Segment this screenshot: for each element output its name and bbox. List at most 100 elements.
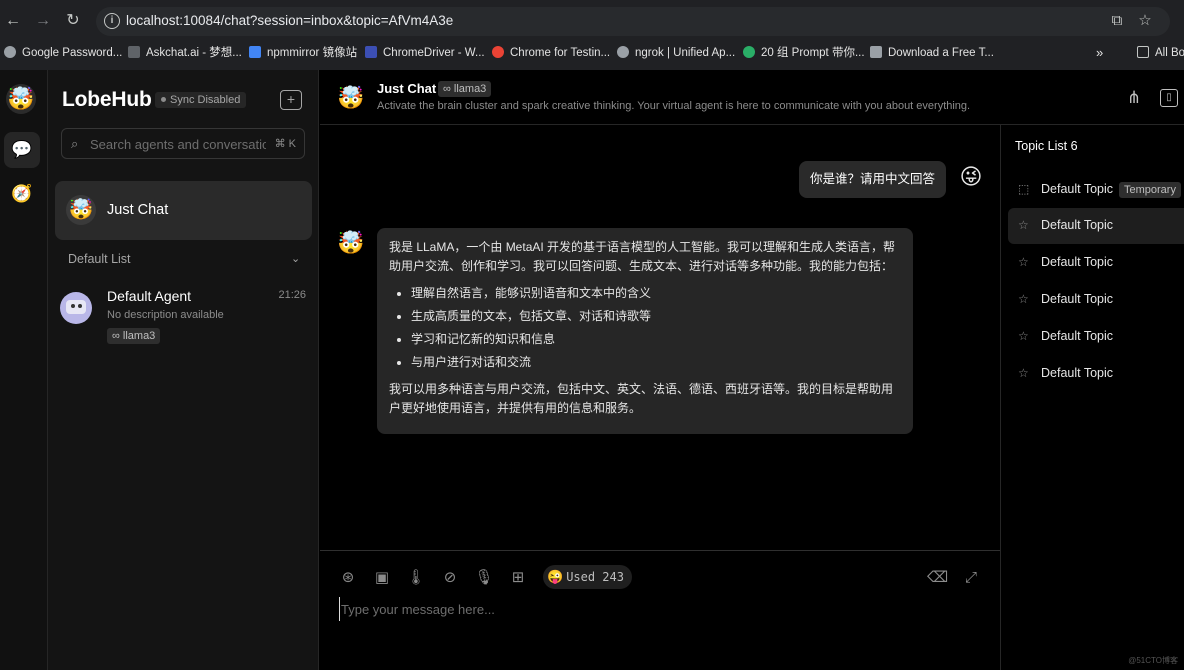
topic-title: Default Topic — [1041, 182, 1114, 196]
microphone-icon[interactable]: 🎙 — [474, 568, 494, 588]
bookmark-favicon — [365, 46, 377, 58]
star-icon[interactable]: ☆ — [1018, 255, 1029, 269]
bookmark-star-icon[interactable]: ☆ — [1136, 12, 1154, 30]
url-text[interactable]: localhost:10084/chat?session=inbox&topic… — [126, 13, 453, 28]
chat-input-area: ⊛ ▣ 🌡 ⊘ 🎙 ⊞ 😜 Used 243 ⌫ ⤢ — [320, 550, 1000, 670]
topic-item[interactable]: ☆ Default Topic — [1008, 356, 1184, 392]
nav-rail: 🤯 💬 🧭 — [0, 70, 48, 670]
chat-nav-icon[interactable]: 💬 — [4, 132, 40, 168]
robot-eye — [71, 304, 75, 308]
topic-item[interactable]: ☆ Default Topic — [1008, 319, 1184, 355]
bookmark-favicon — [743, 46, 755, 58]
toggle-panel-icon[interactable]: ▯ — [1160, 89, 1178, 107]
assistant-avatar: 🤯 — [337, 230, 365, 255]
bookmark-favicon — [617, 46, 629, 58]
history-off-icon[interactable]: ⊘ — [440, 568, 460, 588]
brand-logo: LobeHub — [62, 88, 152, 111]
topic-list-header: Topic List 6 — [1015, 139, 1078, 153]
topic-item-temporary[interactable]: ⬚ Default Topic Temporary — [1008, 172, 1184, 208]
bookmark-label: 20 组 Prompt 带你... — [761, 47, 865, 59]
bookmark-item[interactable]: npmmirror 镜像站 — [249, 45, 357, 61]
bookmark-item[interactable]: Google Password... — [4, 45, 122, 61]
bookmark-item[interactable]: ngrok | Unified Ap... — [617, 45, 735, 61]
share-icon[interactable]: ⋔ — [1123, 87, 1145, 109]
temperature-icon[interactable]: 🌡 — [406, 568, 426, 588]
bookmark-item[interactable]: Download a Free T... — [870, 45, 994, 61]
topic-item[interactable]: ☆ Default Topic — [1008, 282, 1184, 318]
expand-icon[interactable]: ⤢ — [961, 568, 981, 588]
agent-timestamp: 21:26 — [278, 289, 306, 301]
topic-title: Default Topic — [1041, 255, 1114, 269]
model-brain-icon[interactable]: ⊛ — [338, 568, 358, 588]
address-bar[interactable]: i localhost:10084/chat?session=inbox&top… — [96, 7, 1170, 36]
temporary-badge: Temporary — [1119, 182, 1181, 198]
session-item-just-chat[interactable]: 🤯 Just Chat — [55, 181, 312, 240]
topic-panel: Topic List 6 ⬚ Default Topic Temporary ☆… — [1000, 125, 1184, 670]
site-info-icon[interactable]: i — [104, 13, 120, 29]
search-shortcut: ⌘ K — [274, 138, 296, 150]
bookmark-favicon — [4, 46, 16, 58]
watermark: @51CTO博客 — [1128, 656, 1178, 665]
bookmarks-overflow-icon[interactable]: » — [1096, 45, 1103, 61]
chat-header: 🤯 Just Chat ∞ llama3 Activate the brain … — [320, 70, 1184, 125]
robot-face — [66, 300, 86, 314]
model-tag[interactable]: ∞ llama3 — [438, 81, 492, 97]
chat-description: Activate the brain cluster and spark cre… — [377, 100, 971, 112]
star-icon[interactable]: ☆ — [1018, 366, 1029, 380]
session-group-label[interactable]: Default List — [68, 252, 131, 266]
token-usage-text: Used 243 — [566, 570, 624, 584]
list-item: 学习和记忆新的知识和信息 — [411, 330, 901, 349]
sync-status-text: Sync Disabled — [170, 94, 241, 106]
topic-item[interactable]: ☆ Default Topic — [1008, 245, 1184, 281]
star-icon[interactable]: ☆ — [1018, 218, 1029, 232]
bookmark-favicon — [492, 46, 504, 58]
star-icon[interactable]: ☆ — [1018, 329, 1029, 343]
sync-status-badge[interactable]: Sync Disabled — [155, 92, 247, 108]
bookmark-folder-all[interactable]: All Bo — [1137, 45, 1184, 61]
image-upload-icon[interactable]: ▣ — [372, 568, 392, 588]
user-avatar[interactable]: 🤯 — [6, 84, 36, 114]
search-input[interactable] — [90, 133, 266, 155]
session-search[interactable]: ⌕ ⌘ K — [61, 128, 305, 159]
browser-nav: ← → ↻ i localhost:10084/chat?session=inb… — [0, 0, 1184, 42]
topic-item[interactable]: ☆ Default Topic — [1008, 208, 1184, 244]
chat-title: Just Chat — [377, 81, 437, 96]
sync-dot-icon — [161, 97, 166, 102]
bookmark-item[interactable]: Askchat.ai - 梦想... — [128, 45, 242, 61]
bookmark-label: ChromeDriver - W... — [383, 47, 485, 59]
new-chat-icon[interactable]: + — [280, 90, 302, 110]
chat-main: 🤯 Just Chat ∞ llama3 Activate the brain … — [320, 70, 1184, 670]
session-item-default-agent[interactable]: Default Agent 21:26 No description avail… — [55, 280, 312, 350]
session-avatar: 🤯 — [66, 195, 96, 225]
topic-title: Default Topic — [1041, 329, 1114, 343]
token-emoji-icon: 😜 — [547, 570, 564, 585]
bookmark-item[interactable]: ChromeDriver - W... — [365, 45, 485, 61]
plugin-icon[interactable]: ⊞ — [508, 568, 528, 588]
browser-chrome: ← → ↻ i localhost:10084/chat?session=inb… — [0, 0, 1184, 70]
token-usage-badge[interactable]: 😜 Used 243 — [543, 565, 632, 589]
message-input[interactable] — [339, 597, 979, 621]
star-icon[interactable]: ☆ — [1018, 292, 1029, 306]
bookmark-item[interactable]: 20 组 Prompt 带你... — [743, 45, 865, 61]
forward-icon[interactable]: → — [32, 10, 54, 32]
bookmark-label: ngrok | Unified Ap... — [635, 47, 736, 59]
install-app-icon[interactable]: ⧉ — [1108, 12, 1126, 30]
agent-description: No description available — [107, 309, 224, 321]
eraser-icon[interactable]: ⌫ — [927, 568, 948, 588]
assistant-message: 我是 LLaMA，一个由 MetaAI 开发的基于语言模型的人工智能。我可以理解… — [377, 228, 913, 434]
bookmark-label: Google Password... — [22, 47, 123, 59]
chevron-down-icon[interactable]: ⌄ — [291, 252, 300, 265]
chat-avatar[interactable]: 🤯 — [336, 83, 366, 113]
bookmark-label: Download a Free T... — [888, 47, 994, 59]
list-item: 理解自然语言，能够识别语音和文本中的含义 — [411, 284, 901, 303]
reload-icon[interactable]: ↻ — [62, 10, 84, 32]
bookmark-label: Askchat.ai - 梦想... — [146, 47, 242, 59]
bookmark-favicon — [249, 46, 261, 58]
topic-title: Default Topic — [1041, 292, 1114, 306]
discover-compass-icon[interactable]: 🧭 — [4, 176, 40, 212]
back-icon[interactable]: ← — [2, 10, 24, 32]
message-paragraph: 我是 LLaMA，一个由 MetaAI 开发的基于语言模型的人工智能。我可以理解… — [389, 240, 896, 273]
bookmark-item[interactable]: Chrome for Testin... — [492, 45, 610, 61]
user-message: 你是谁？请用中文回答 — [799, 161, 947, 198]
session-sidebar: LobeHub Sync Disabled + ⌕ ⌘ K 🤯 Just Cha… — [48, 70, 319, 670]
